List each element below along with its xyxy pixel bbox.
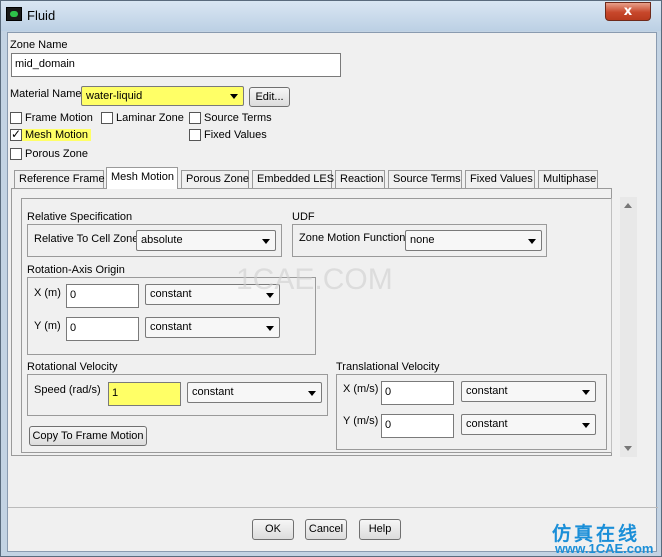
tab-reference-frame[interactable]: Reference Frame xyxy=(14,170,105,188)
chevron-down-icon xyxy=(528,238,536,244)
material-select-value: water-liquid xyxy=(86,90,143,102)
frame-motion-label: Frame Motion xyxy=(25,112,93,124)
zone-name-input[interactable]: mid_domain xyxy=(11,53,341,77)
speed-method-value: constant xyxy=(192,386,234,398)
source-terms-checkbox[interactable]: Source Terms xyxy=(189,112,272,124)
fixed-values-label: Fixed Values xyxy=(204,129,267,141)
copy-to-frame-motion-button[interactable]: Copy To Frame Motion xyxy=(29,426,147,446)
trans-y-method-value: constant xyxy=(466,418,508,430)
laminar-zone-label: Laminar Zone xyxy=(116,112,184,124)
mesh-motion-checkbox[interactable]: Mesh Motion xyxy=(10,127,91,141)
footer-divider xyxy=(8,507,658,508)
watermark-text: 1CAE.COM xyxy=(236,263,393,296)
chevron-down-icon xyxy=(230,94,238,99)
zone-motion-function-value: none xyxy=(410,234,435,246)
udf-title: UDF xyxy=(292,211,315,223)
checkbox-box xyxy=(189,129,201,141)
scroll-down-icon[interactable] xyxy=(624,446,632,451)
tab-porous-zone[interactable]: Porous Zone xyxy=(181,170,249,188)
checkbox-box xyxy=(10,148,22,160)
trans-x-label: X (m/s) xyxy=(343,383,379,395)
close-icon: x xyxy=(623,4,633,19)
origin-x-method-value: constant xyxy=(150,288,192,300)
zone-name-label: Zone Name xyxy=(10,39,68,51)
tab-multiphase[interactable]: Multiphase xyxy=(538,170,598,188)
scroll-up-icon[interactable] xyxy=(624,203,632,208)
brand-url: www.1CAE.com xyxy=(555,541,654,556)
relative-spec-title: Relative Specification xyxy=(27,211,133,223)
trans-y-input[interactable]: 0 xyxy=(381,414,454,438)
speed-method-select[interactable]: constant xyxy=(187,382,322,403)
rotational-velocity-title: Rotational Velocity xyxy=(27,361,118,373)
mesh-motion-label: Mesh Motion xyxy=(25,129,88,141)
origin-y-label: Y (m) xyxy=(34,320,61,332)
ok-button[interactable]: OK xyxy=(252,519,294,540)
tab-mesh-motion[interactable]: Mesh Motion xyxy=(106,167,178,189)
relative-spec-group: Relative To Cell Zone absolute xyxy=(27,224,282,257)
chevron-down-icon xyxy=(262,238,270,244)
origin-x-label: X (m) xyxy=(34,287,61,299)
rotational-velocity-group: Speed (rad/s) 1 constant xyxy=(27,374,328,416)
relative-to-cell-zone-value: absolute xyxy=(141,234,183,246)
fixed-values-checkbox[interactable]: Fixed Values xyxy=(189,129,267,141)
trans-y-label: Y (m/s) xyxy=(343,415,379,427)
relative-to-cell-zone-select[interactable]: absolute xyxy=(136,230,276,251)
zone-motion-function-label: Zone Motion Function xyxy=(299,232,406,244)
tab-fixed-values[interactable]: Fixed Values xyxy=(465,170,535,188)
porous-zone-label: Porous Zone xyxy=(25,148,88,160)
origin-y-method-value: constant xyxy=(150,321,192,333)
fluid-dialog: Fluid x Zone Name mid_domain Material Na… xyxy=(0,0,662,557)
mesh-motion-panel: Relative Specification Relative To Cell … xyxy=(11,188,612,456)
origin-y-input[interactable]: 0 xyxy=(66,317,139,341)
laminar-zone-checkbox[interactable]: Laminar Zone xyxy=(101,112,184,124)
panel-inner-frame: Relative Specification Relative To Cell … xyxy=(21,198,612,453)
udf-group: Zone Motion Function none xyxy=(292,224,547,257)
origin-y-method-select[interactable]: constant xyxy=(145,317,280,338)
fluent-app-icon xyxy=(6,7,22,21)
trans-y-method-select[interactable]: constant xyxy=(461,414,596,435)
title-bar[interactable]: Fluid x xyxy=(1,1,661,31)
checkbox-box xyxy=(101,112,113,124)
porous-zone-checkbox[interactable]: Porous Zone xyxy=(10,148,88,160)
help-button[interactable]: Help xyxy=(359,519,401,540)
material-name-label: Material Name xyxy=(10,88,82,100)
material-select[interactable]: water-liquid xyxy=(81,86,244,106)
translational-velocity-title: Translational Velocity xyxy=(336,361,440,373)
tab-embedded-les[interactable]: Embedded LES xyxy=(252,170,334,188)
trans-x-method-value: constant xyxy=(466,385,508,397)
chevron-down-icon xyxy=(582,389,590,395)
edit-material-button[interactable]: Edit... xyxy=(249,87,290,107)
chevron-down-icon xyxy=(308,390,316,396)
trans-x-method-select[interactable]: constant xyxy=(461,381,596,402)
zone-motion-function-select[interactable]: none xyxy=(405,230,542,251)
translational-velocity-group: X (m/s) 0 constant Y (m/s) 0 constant xyxy=(336,374,607,450)
chevron-down-icon xyxy=(266,325,274,331)
checkbox-box xyxy=(10,112,22,124)
tab-reaction[interactable]: Reaction xyxy=(335,170,385,188)
relative-to-cell-zone-label: Relative To Cell Zone xyxy=(34,233,139,245)
cancel-button[interactable]: Cancel xyxy=(305,519,347,540)
rotation-axis-origin-title: Rotation-Axis Origin xyxy=(27,264,125,276)
window-title: Fluid xyxy=(27,8,56,23)
speed-label: Speed (rad/s) xyxy=(34,384,101,396)
tab-source-terms[interactable]: Source Terms xyxy=(388,170,462,188)
trans-x-input[interactable]: 0 xyxy=(381,381,454,405)
close-button[interactable]: x xyxy=(605,2,651,21)
origin-x-input[interactable]: 0 xyxy=(66,284,139,308)
checkbox-box xyxy=(189,112,201,124)
speed-input[interactable]: 1 xyxy=(108,382,181,406)
frame-motion-checkbox[interactable]: Frame Motion xyxy=(10,112,93,124)
chevron-down-icon xyxy=(582,422,590,428)
checkmark-icon xyxy=(10,127,22,141)
panel-scrollbar[interactable] xyxy=(620,197,637,457)
source-terms-label: Source Terms xyxy=(204,112,272,124)
